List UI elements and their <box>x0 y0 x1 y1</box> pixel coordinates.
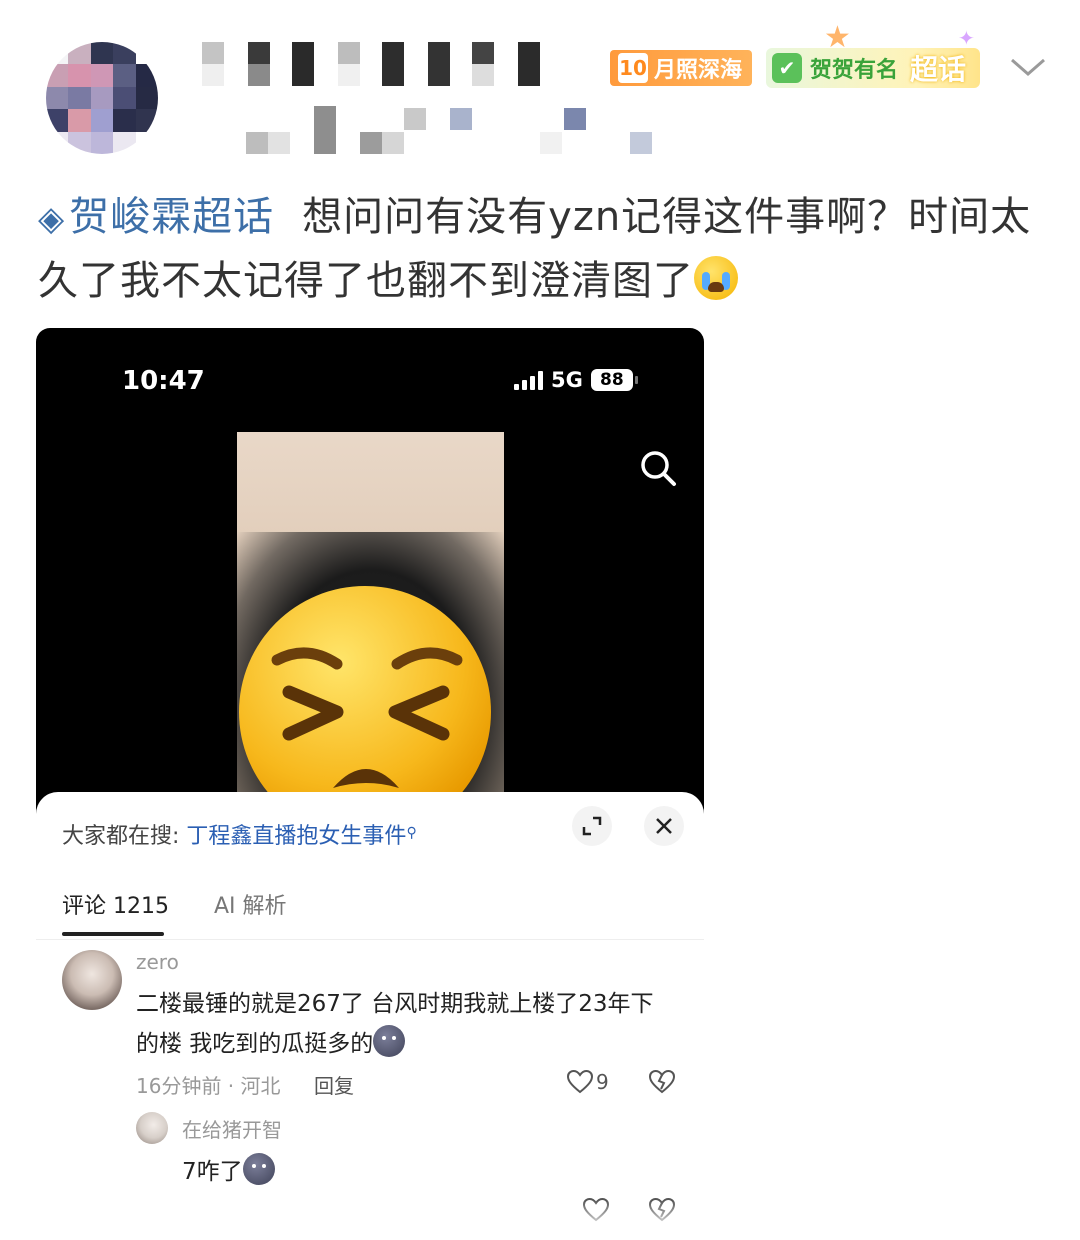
comment-tabs: 评论 1215 AI 解析 <box>36 888 704 940</box>
comment-meta: 16分钟前 · 河北 <box>136 1074 281 1098</box>
badge-month-label: 月照深海 <box>654 58 743 83</box>
username-pixelated[interactable] <box>202 42 542 88</box>
bottom-fade <box>36 1200 704 1240</box>
comment-text: 二楼最锤的就是267了 台风时期我就上楼了23年下的楼 我吃到的瓜挺多的 <box>136 984 676 1064</box>
signal-icon <box>514 370 543 390</box>
status-time: 10:47 <box>122 366 205 396</box>
monthly-fan-badge[interactable]: 10 月照深海 <box>610 50 753 86</box>
close-button[interactable] <box>644 806 684 846</box>
comment-author[interactable]: zero <box>136 950 179 974</box>
check-icon: ✔ <box>772 53 802 83</box>
active-tab-indicator <box>62 932 164 936</box>
network-type: 5G <box>551 368 583 392</box>
crying-face-emoji-icon <box>694 256 738 300</box>
hot-search-bar[interactable]: 大家都在搜: 丁程鑫直播抱女生事件⚲ <box>62 818 417 850</box>
moon-face-emoji-icon <box>373 1025 406 1057</box>
sparkle-icon: ✦ <box>958 26 975 50</box>
post-body: ◈ 贺峻霖超话 想问问有没有yzn记得这件事啊？时间太久了我不太记得了也翻不到澄清图… <box>38 186 1048 312</box>
broken-heart-icon[interactable] <box>648 1068 676 1096</box>
close-icon <box>656 818 672 834</box>
reply-avatar[interactable] <box>136 1112 168 1144</box>
diamond-icon: ◈ <box>38 199 66 239</box>
small-search-icon: ⚲ <box>406 825 417 841</box>
topic-link-label: 贺峻霖超话 <box>69 194 275 240</box>
chevron-down-icon[interactable] <box>1008 52 1048 82</box>
tab-ai-analysis[interactable]: AI 解析 <box>214 888 287 920</box>
hot-search-term[interactable]: 丁程鑫直播抱女生事件 <box>186 824 406 849</box>
status-indicators: 5G 88 <box>514 368 638 392</box>
comment-sheet: 大家都在搜: 丁程鑫直播抱女生事件⚲ 评论 1215 AI 解析 zero 二楼… <box>36 792 704 1240</box>
badge-month-number: 10 <box>618 53 648 83</box>
embedded-screenshot[interactable]: 10:47 5G 88 大家都在搜: 丁程鑫直播抱女生事件⚲ 评论 1215 A… <box>36 328 704 1240</box>
battery-icon: 88 <box>590 369 638 391</box>
badge-topic-overlay: 超话 <box>910 53 967 86</box>
hot-search-prefix: 大家都在搜: <box>62 824 180 849</box>
comment-avatar[interactable] <box>62 950 122 1010</box>
reply-button[interactable]: 回复 <box>314 1070 354 1099</box>
super-topic-badge[interactable]: ✔ 贺贺有名 超话 <box>766 48 981 88</box>
tab-comments[interactable]: 评论 1215 <box>62 888 169 920</box>
heart-icon[interactable] <box>566 1068 594 1096</box>
user-info-pixelated <box>246 106 666 156</box>
moon-face-emoji-icon <box>242 1153 275 1185</box>
expand-button[interactable] <box>572 806 612 846</box>
video-frame[interactable] <box>237 432 504 818</box>
reply-body: 7咋了 <box>182 1159 243 1185</box>
reply-text: 7咋了 <box>182 1152 275 1186</box>
search-icon[interactable] <box>638 448 678 488</box>
badge-topic-label: 贺贺有名 <box>810 58 899 83</box>
expand-icon <box>582 816 602 836</box>
reply-author[interactable]: 在给猪开智 <box>182 1114 282 1143</box>
persevering-face-emoji-icon <box>239 586 491 818</box>
super-topic-link[interactable]: ◈ 贺峻霖超话 <box>38 194 274 240</box>
user-avatar-pixelated[interactable] <box>46 42 158 154</box>
video-player-area[interactable]: 10:47 5G 88 <box>36 328 704 818</box>
like-count: 9 <box>596 1070 609 1094</box>
